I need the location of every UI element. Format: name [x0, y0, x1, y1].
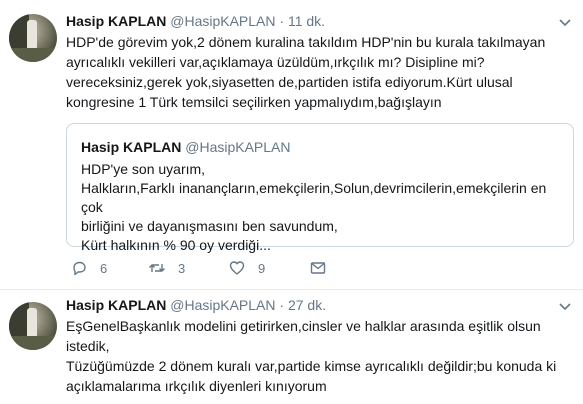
tweet-text: EşGenelBaşkanlık modelini getirirken,cin… [66, 316, 576, 396]
tweet-text-line: HDP'de görevim yok,2 dönem kuralina takı… [66, 34, 546, 50]
tweet-timestamp[interactable]: 11 dk. [288, 13, 325, 29]
reply-count: 6 [100, 260, 108, 276]
quoted-author-name: Hasip KAPLAN [81, 139, 182, 155]
avatar[interactable] [9, 14, 57, 62]
quoted-tweet[interactable]: Hasip KAPLAN @HasipKAPLAN HDP'ye son uya… [66, 123, 574, 253]
quoted-author-handle: @HasipKAPLAN [185, 139, 291, 155]
like-count: 9 [258, 260, 266, 276]
quoted-tweet-text: HDP'ye son uyarım, Halkların,Farklı inan… [81, 160, 569, 255]
tweet-actions: 6 3 9 [66, 258, 366, 278]
tweet-text-line: açıklamalarıma ırkçılık diyenleri kınıyo… [66, 378, 327, 394]
quoted-text-line: Kürt halkının % 90 oy verdiği... [81, 237, 271, 253]
tweet-text-line: istedik, [66, 338, 110, 354]
chevron-down-icon[interactable] [557, 298, 573, 314]
author-name[interactable]: Hasip KAPLAN [66, 13, 166, 29]
quoted-tweet-header: Hasip KAPLAN @HasipKAPLAN [81, 138, 291, 156]
separator-dot: · [279, 13, 285, 29]
heart-icon [229, 261, 245, 275]
separator-dot: · [279, 297, 285, 313]
tweet-text-line: vereceksiniz,gerek yok,siyasetten de,par… [66, 74, 513, 90]
tweet-text: HDP'de görevim yok,2 dönem kuralina takı… [66, 32, 576, 112]
retweet-icon [149, 264, 165, 272]
reply-button[interactable]: 6 [70, 258, 107, 278]
tweet-text-line: ayrıcalıklı vekilleri var,açıklamaya üzü… [66, 54, 485, 70]
chevron-down-icon[interactable] [557, 14, 573, 30]
tweet-text-line: Tüzüğümüzde 2 dönem kuralı var,partide k… [66, 358, 557, 374]
tweet[interactable]: Hasip KAPLAN @HasipKAPLAN · 27 dk. EşGen… [0, 290, 583, 404]
retweet-count: 3 [178, 260, 186, 276]
reply-icon [73, 261, 86, 276]
tweet-header: Hasip KAPLAN @HasipKAPLAN · 27 dk. [66, 296, 326, 314]
direct-message-button[interactable] [309, 258, 327, 278]
tweet[interactable]: Hasip KAPLAN @HasipKAPLAN · 11 dk. HDP'd… [0, 0, 583, 290]
author-handle[interactable]: @HasipKAPLAN [170, 297, 275, 313]
quoted-text-line: HDP'ye son uyarım, [81, 161, 206, 177]
envelope-icon [310, 262, 326, 274]
tweet-timestamp[interactable]: 27 dk. [288, 297, 326, 313]
tweet-text-line: kongresine 1 Türk temsilci seçilirken ya… [66, 94, 442, 110]
author-name[interactable]: Hasip KAPLAN [66, 297, 166, 313]
retweet-button[interactable]: 3 [148, 258, 185, 278]
avatar[interactable] [9, 302, 57, 350]
quoted-text-line: birliğini ve dayanışmasını ben savundum, [81, 218, 338, 234]
author-handle[interactable]: @HasipKAPLAN [170, 13, 275, 29]
like-button[interactable]: 9 [228, 258, 265, 278]
tweet-text-line: EşGenelBaşkanlık modelini getirirken,cin… [66, 318, 541, 334]
tweet-header: Hasip KAPLAN @HasipKAPLAN · 11 dk. [66, 12, 325, 30]
quoted-text-line: Halkların,Farklı inanançların,emekçileri… [81, 180, 547, 215]
